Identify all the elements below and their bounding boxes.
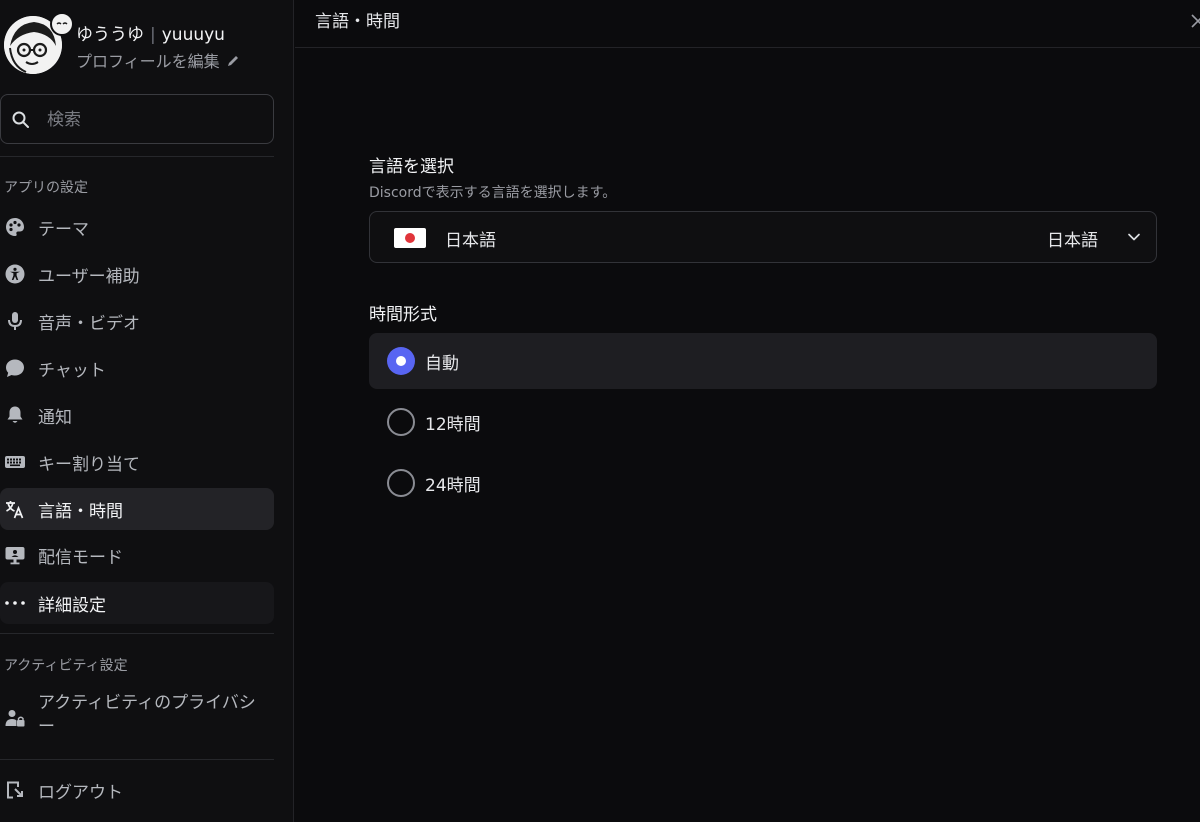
radio-button[interactable] — [387, 469, 415, 497]
sidebar-item-label: チャット — [38, 361, 106, 381]
logout-icon — [7, 781, 23, 799]
sidebar-item-label: ユーザー補助 — [38, 267, 140, 287]
sidebar-item-advanced[interactable]: 詳細設定 — [0, 582, 274, 624]
time-format-option-auto[interactable]: 自動 — [369, 333, 1157, 389]
logout-button[interactable]: ログアウト — [0, 769, 274, 811]
sidebar-item-label: キー割り当て — [38, 455, 140, 475]
edit-profile-link[interactable]: プロフィールを編集 — [76, 48, 240, 72]
sidebar-item-streamer-mode[interactable]: 配信モード — [0, 534, 274, 576]
streamer-icon — [5, 547, 25, 565]
sidebar-item-language-time[interactable]: 言語・時間 — [0, 488, 274, 530]
language-dropdown[interactable]: 日本語 日本語 — [369, 211, 1157, 263]
selected-language-native: 日本語 — [1047, 231, 1098, 251]
radio-label: 24時間 — [425, 476, 481, 496]
translate-icon — [6, 501, 24, 519]
sidebar-divider — [0, 156, 274, 157]
sidebar-item-theme[interactable]: テーマ — [0, 206, 274, 248]
pencil-icon — [227, 56, 238, 66]
radio-button[interactable] — [387, 408, 415, 436]
sidebar-item-label: 音声・ビデオ — [38, 314, 140, 334]
profile-name: ゆううゆ | yuuuyu — [76, 20, 225, 45]
name-separator: | — [150, 25, 156, 45]
sidebar-item-label: アクティビティのプライバシー — [38, 693, 256, 737]
sidebar-item-notifications[interactable]: 通知 — [0, 394, 274, 436]
bell-icon — [7, 406, 23, 423]
status-bubble-icon — [50, 12, 74, 36]
profile-header[interactable]: ゆううゆ | yuuuyu プロフィールを編集 — [4, 12, 290, 78]
sidebar-item-label: 通知 — [38, 408, 72, 428]
logout-label: ログアウト — [38, 783, 123, 803]
sidebar-item-accessibility[interactable]: ユーザー補助 — [0, 253, 274, 295]
more-dots-icon — [5, 601, 25, 605]
sidebar-item-label: 配信モード — [38, 548, 123, 568]
language-description: Discordで表示する言語を選択します。 — [369, 185, 617, 201]
search-icon — [12, 111, 29, 128]
sidebar-item-label: テーマ — [38, 220, 89, 240]
accessibility-icon — [5, 264, 25, 284]
microphone-icon — [8, 312, 22, 330]
sidebar-item-voice-video[interactable]: 音声・ビデオ — [0, 300, 274, 342]
settings-content: 言語・時間 言語を選択 Discordで表示する言語を選択します。 日本語 日本… — [295, 0, 1200, 822]
close-icon[interactable] — [1188, 10, 1200, 28]
radio-label: 自動 — [425, 354, 459, 374]
content-header: 言語・時間 — [295, 0, 1200, 48]
chevron-down-icon — [1128, 233, 1140, 241]
edit-profile-label: プロフィールを編集 — [76, 52, 220, 71]
language-heading: 言語を選択 — [369, 157, 454, 177]
time-format-heading: 時間形式 — [369, 305, 437, 325]
sidebar-divider — [0, 633, 274, 634]
search-box[interactable] — [0, 94, 274, 144]
selected-language: 日本語 — [445, 231, 496, 251]
display-name: ゆううゆ — [76, 25, 144, 45]
settings-sidebar: ゆううゆ |yuuuyu プロフィールを編集 アプリの設定 テーマ — [0, 0, 294, 822]
radio-label: 12時間 — [425, 415, 481, 435]
activity-privacy-icon — [5, 710, 25, 727]
chat-bubble-icon — [6, 359, 24, 377]
keyboard-icon — [5, 456, 25, 468]
activity-settings-heading: アクティビティ設定 — [4, 658, 128, 674]
app-settings-heading: アプリの設定 — [4, 180, 88, 196]
sidebar-item-chat[interactable]: チャット — [0, 347, 274, 389]
sidebar-item-activity-privacy[interactable]: アクティビティのプライバシー — [0, 689, 274, 745]
page-title: 言語・時間 — [315, 12, 400, 32]
sidebar-item-label: 言語・時間 — [38, 502, 123, 522]
radio-button[interactable] — [387, 347, 415, 375]
sidebar-item-label: 詳細設定 — [38, 596, 106, 616]
sidebar-item-keybinds[interactable]: キー割り当て — [0, 441, 274, 483]
sidebar-divider — [0, 759, 274, 760]
search-input[interactable] — [45, 107, 265, 133]
username: yuuuyu — [161, 25, 225, 45]
japan-flag-icon — [394, 228, 426, 248]
palette-icon — [6, 218, 24, 236]
time-format-option-12h[interactable]: 12時間 — [369, 394, 1157, 450]
time-format-option-24h[interactable]: 24時間 — [369, 455, 1157, 511]
